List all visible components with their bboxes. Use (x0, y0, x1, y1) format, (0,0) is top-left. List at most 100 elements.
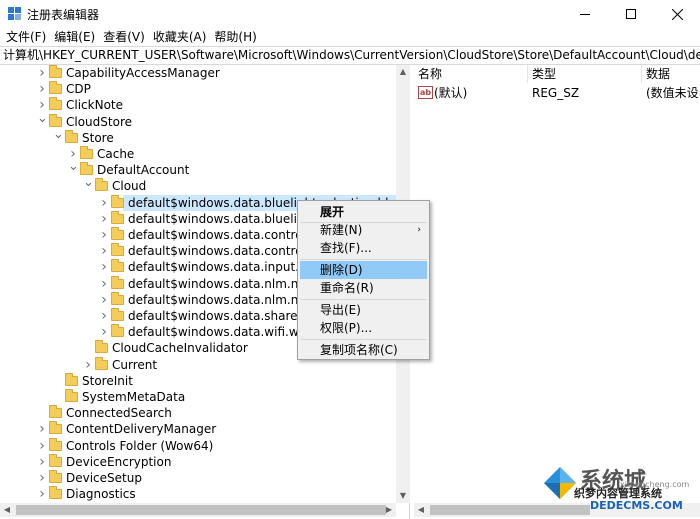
tree-node-label: Cloud (112, 179, 147, 194)
folder-icon (80, 146, 93, 159)
minimize-icon (580, 13, 590, 15)
menu-file[interactable]: 文件(F) (3, 28, 49, 46)
collapsed-chevron-icon[interactable]: › (99, 292, 109, 308)
menu-help[interactable]: 帮助(H) (211, 28, 259, 46)
tree-node[interactable]: ⌄ Store (0, 128, 396, 146)
tree-node-label: StoreInit (82, 373, 133, 388)
menu-view[interactable]: 查看(V) (100, 28, 148, 46)
tree-node-label: default$windows.data.nlm.nlms (128, 292, 320, 307)
title-bar: 注册表编辑器 (0, 0, 700, 28)
scroll-right-icon[interactable]: ▶ (382, 503, 396, 517)
ctx-find[interactable]: 查找(F)... (300, 239, 427, 257)
close-icon (671, 8, 683, 20)
expanded-chevron-icon[interactable]: ⌄ (83, 176, 94, 194)
value-type: REG_SZ (532, 86, 580, 100)
collapsed-chevron-icon[interactable]: › (37, 438, 47, 454)
scroll-up-icon[interactable]: ▲ (396, 65, 410, 79)
expanded-chevron-icon[interactable]: ⌄ (37, 112, 48, 130)
collapsed-chevron-icon[interactable]: › (37, 65, 47, 81)
expanded-chevron-icon[interactable]: ⌄ (68, 160, 79, 178)
folder-icon (111, 227, 124, 240)
tree-node[interactable]: ⌄ DefaultAccount (0, 160, 396, 178)
folder-icon (111, 194, 124, 208)
collapsed-chevron-icon[interactable]: › (37, 81, 47, 97)
tree-node[interactable]: › DeviceEncryption (0, 453, 396, 470)
folder-icon (49, 486, 62, 500)
window-title: 注册表编辑器 (27, 8, 100, 22)
tree-node[interactable]: › Cache (0, 146, 396, 162)
ctx-rename[interactable]: 重命名(R) (300, 279, 427, 297)
tree-node[interactable]: › ContentDeliveryManager (0, 421, 396, 437)
column-header-name[interactable]: 名称 (414, 65, 528, 83)
folder-icon (49, 453, 62, 467)
ctx-export[interactable]: 导出(E) (300, 301, 427, 319)
ctx-separator (300, 259, 427, 260)
column-header-type[interactable]: 类型 (528, 65, 642, 83)
tree-node-label: Controls Folder (Wow64) (66, 438, 214, 453)
tree-node[interactable]: › CDP (0, 81, 396, 97)
menu-edit[interactable]: 编辑(E) (51, 28, 98, 46)
close-button[interactable] (654, 0, 700, 28)
folder-icon (95, 356, 108, 370)
ctx-permissions[interactable]: 权限(P)... (300, 319, 427, 337)
tree-node-label: Current (112, 357, 158, 372)
tree-node[interactable]: › Diagnostics (0, 486, 396, 502)
tree-horizontal-scrollbar[interactable]: ◀ ▶ (0, 503, 396, 517)
tree-node[interactable]: › DeviceSetup (0, 470, 396, 486)
folder-icon (111, 275, 124, 289)
collapsed-chevron-icon[interactable]: › (99, 243, 109, 259)
tree-node[interactable]: › Controls Folder (Wow64) (0, 437, 396, 454)
collapsed-chevron-icon[interactable]: › (37, 470, 47, 486)
tree-node-label: CloudStore (66, 114, 132, 129)
address-bar[interactable]: 计算机\HKEY_CURRENT_USER\Software\Microsoft… (0, 46, 700, 65)
collapsed-chevron-icon[interactable]: › (37, 421, 47, 437)
tree-node[interactable]: StoreInit (0, 372, 396, 389)
folder-icon (49, 97, 62, 111)
collapsed-chevron-icon[interactable]: › (99, 259, 109, 275)
folder-icon (111, 210, 124, 224)
string-value-icon: ab (418, 86, 433, 99)
collapsed-chevron-icon[interactable]: › (99, 195, 109, 211)
minimize-button[interactable] (562, 0, 608, 28)
tree-hscroll-thumb[interactable] (16, 505, 386, 515)
tree-node[interactable]: SystemMetaData (0, 389, 396, 405)
tree-node-label: default$windows.data.bluelight (128, 211, 317, 226)
folder-icon (49, 421, 62, 435)
tree-node-label: ConnectedSearch (66, 406, 172, 421)
menu-bar: 文件(F) 编辑(E) 查看(V) 收藏夹(A) 帮助(H) (0, 28, 700, 46)
collapsed-chevron-icon[interactable]: › (37, 486, 47, 502)
tree-node-label: default$windows.data.wifi.wifip (128, 325, 318, 340)
collapsed-chevron-icon[interactable]: › (99, 211, 109, 227)
ctx-new[interactable]: 新建(N) › (300, 221, 427, 239)
tree-node-label: Store (82, 130, 114, 145)
tree-node[interactable]: ⌄ Cloud (0, 176, 396, 194)
folder-icon (49, 65, 62, 78)
scroll-down-icon[interactable]: ▼ (396, 489, 410, 503)
folder-icon (111, 243, 124, 257)
scroll-left-icon[interactable]: ◀ (414, 503, 428, 517)
collapsed-chevron-icon[interactable]: › (99, 308, 109, 324)
collapsed-chevron-icon[interactable]: › (37, 454, 47, 470)
tree-node-label: CDP (66, 82, 91, 97)
column-header-data[interactable]: 数据 (642, 65, 700, 83)
menu-favorites[interactable]: 收藏夹(A) (150, 28, 210, 46)
tree-node[interactable]: › ClickNote (0, 97, 396, 113)
tree-node[interactable]: ConnectedSearch (0, 405, 396, 421)
value-name[interactable]: (默认) (434, 84, 467, 102)
maximize-icon (626, 9, 636, 19)
collapsed-chevron-icon[interactable]: › (99, 324, 109, 340)
tree-node[interactable]: › CapabilityAccessManager (0, 65, 396, 81)
collapsed-chevron-icon[interactable]: › (83, 357, 93, 373)
collapsed-chevron-icon[interactable]: › (99, 227, 109, 243)
ctx-new-label: 新建(N) (320, 223, 363, 237)
folder-icon (65, 372, 78, 386)
folder-icon (111, 308, 124, 321)
ctx-expand[interactable]: 展开 (300, 203, 427, 221)
maximize-button[interactable] (608, 0, 654, 28)
folder-icon (111, 259, 124, 273)
scroll-left-icon[interactable]: ◀ (0, 503, 14, 517)
ctx-copy-key-name[interactable]: 复制项名称(C) (300, 341, 427, 359)
expanded-chevron-icon[interactable]: ⌄ (53, 128, 64, 146)
collapsed-chevron-icon[interactable]: › (99, 276, 109, 292)
ctx-delete[interactable]: 删除(D) (300, 261, 427, 279)
